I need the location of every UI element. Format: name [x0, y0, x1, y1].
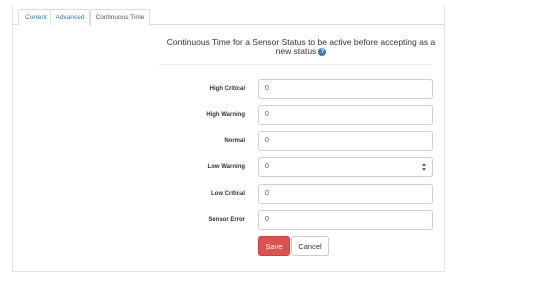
form-title: Continuous Time for a Sensor Status to b… — [162, 38, 440, 56]
label-low-critical: Low Critical — [210, 191, 245, 197]
low-critical-input[interactable]: 0 — [258, 184, 433, 204]
tab-bar: Current Advanced Continuous Time — [12, 6, 445, 26]
cancel-button[interactable]: Cancel — [291, 236, 329, 256]
normal-input[interactable]: 0 — [258, 131, 433, 151]
form-title-text: Continuous Time for a Sensor Status to b… — [166, 37, 436, 56]
high-warning-input[interactable]: 0 — [258, 105, 433, 125]
tab-continuous-time[interactable]: Continuous Time — [90, 9, 150, 26]
title-divider — [159, 64, 432, 65]
high-critical-input[interactable]: 0 — [258, 79, 433, 99]
low-warning-input[interactable]: 0 — [258, 157, 433, 177]
save-button[interactable]: Save — [258, 236, 290, 256]
label-high-critical: High Critical — [209, 86, 245, 92]
tab-current[interactable]: Current — [18, 9, 54, 25]
label-sensor-error: Sensor Error — [208, 217, 245, 223]
label-high-warning: High Warning — [206, 112, 245, 118]
label-low-warning: Low Warning — [207, 164, 245, 170]
label-normal: Normal — [224, 138, 245, 144]
number-spinner-icon[interactable] — [421, 163, 427, 172]
sensor-error-input[interactable]: 0 — [258, 210, 433, 230]
tab-advanced[interactable]: Advanced — [50, 9, 90, 25]
help-icon[interactable]: ? — [318, 47, 327, 56]
